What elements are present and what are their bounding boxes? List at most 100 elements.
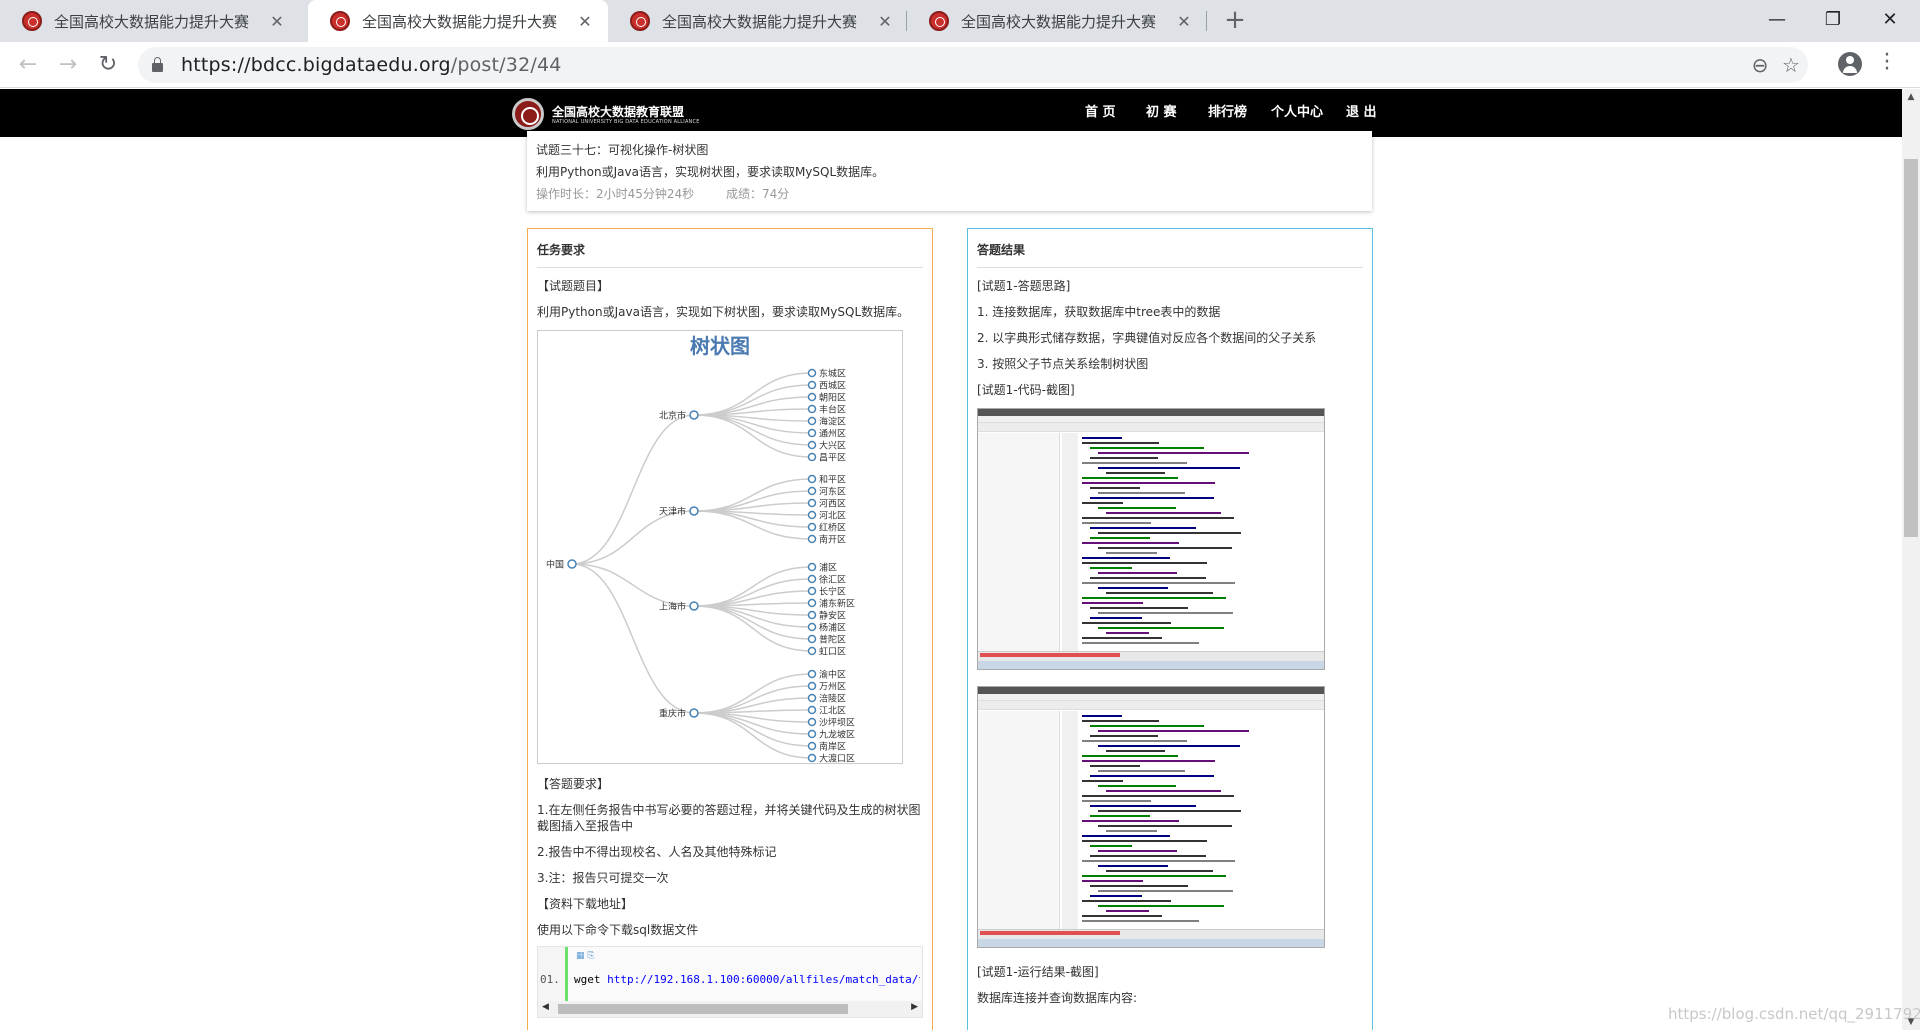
tab-title: 全国高校大数据能力提升大赛 bbox=[662, 12, 858, 31]
close-icon[interactable]: ✕ bbox=[574, 12, 596, 31]
logo-title[interactable]: 全国高校大数据教育联盟 bbox=[552, 103, 684, 120]
tree-link bbox=[693, 384, 813, 416]
minimize-icon[interactable]: — bbox=[1752, 4, 1802, 36]
bookmark-star-icon[interactable]: ☆ bbox=[1775, 49, 1807, 81]
code-line[interactable]: wget http://192.168.1.100:60000/allfiles… bbox=[574, 973, 920, 986]
tree-branch-node bbox=[689, 601, 699, 611]
site-favicon-icon bbox=[22, 11, 42, 31]
tree-leaf-node bbox=[807, 452, 817, 462]
address-bar[interactable]: https://bdcc.bigdataedu.org/post/32/44 ⊖… bbox=[138, 47, 1808, 83]
browser-tab-3[interactable]: 全国高校大数据能力提升大赛 ✕ bbox=[608, 0, 908, 42]
nav-user-center[interactable]: 个人中心 bbox=[1271, 89, 1323, 137]
forward-arrow-icon[interactable]: → bbox=[52, 49, 84, 81]
code-line-mark bbox=[1082, 437, 1122, 439]
code-line-mark bbox=[1082, 820, 1179, 822]
code-line-mark bbox=[1098, 825, 1232, 827]
site-favicon-icon bbox=[330, 11, 350, 31]
tree-chart-image: 树状图 东城区 西城区 朝阳区 丰台区 海淀区 通州区 大兴区 昌平区 北京市 和平区 河东区 河西区河… bbox=[537, 330, 903, 764]
code-line-mark bbox=[1098, 890, 1233, 892]
code-line-mark bbox=[1098, 730, 1249, 732]
answer-step: 3. 按照父子节点关系绘制树状图 bbox=[977, 357, 1149, 371]
tree-leaf-node bbox=[807, 474, 817, 484]
code-line-mark bbox=[1106, 472, 1165, 474]
tree-branch-node bbox=[689, 708, 699, 718]
page-scrollbar[interactable]: ▲ ▼ bbox=[1902, 89, 1920, 1030]
nav-home[interactable]: 首 页 bbox=[1085, 89, 1116, 137]
code-line-mark bbox=[1090, 895, 1142, 897]
scroll-thumb[interactable] bbox=[558, 1004, 848, 1014]
tree-leaf-label: 江北区 bbox=[819, 706, 846, 717]
tree-leaf-node bbox=[807, 634, 817, 644]
tree-leaf-label: 西城区 bbox=[819, 381, 846, 392]
zoom-out-icon[interactable]: ⊖ bbox=[1744, 49, 1776, 81]
code-line-mark bbox=[1098, 467, 1240, 469]
code-line-mark bbox=[1106, 790, 1221, 792]
scroll-right-icon[interactable]: ▶ bbox=[911, 1002, 918, 1012]
code-line-mark bbox=[1082, 602, 1143, 604]
tree-leaf-node bbox=[807, 574, 817, 584]
alliance-logo-icon[interactable] bbox=[512, 98, 544, 130]
back-arrow-icon[interactable]: ← bbox=[12, 49, 44, 81]
code-line-mark bbox=[1090, 885, 1188, 887]
tree-root-node bbox=[567, 559, 577, 569]
url-text[interactable]: https://bdcc.bigdataedu.org/post/32/44 bbox=[181, 54, 562, 76]
lock-icon[interactable] bbox=[152, 57, 163, 72]
tree-link bbox=[693, 408, 813, 416]
code-line-mark bbox=[1082, 517, 1234, 519]
code-screenshot-label: [试题1-代码-截图] bbox=[977, 383, 1075, 397]
tree-leaf-label: 涪陵区 bbox=[819, 693, 846, 705]
tree-leaf-label: 河北区 bbox=[819, 510, 846, 522]
tree-branch-node bbox=[689, 506, 699, 516]
tree-branch-label: 重庆市 bbox=[659, 708, 686, 720]
nav-leaderboard[interactable]: 排行榜 bbox=[1208, 89, 1247, 137]
tree-chart-svg: 树状图东城区西城区朝阳区丰台区海淀区通州区大兴区昌平区 北京市和平区河东区河西区河… bbox=[546, 334, 855, 763]
restore-icon[interactable]: ❐ bbox=[1808, 4, 1858, 36]
code-line-mark bbox=[1090, 765, 1140, 767]
tree-branch-node bbox=[689, 410, 699, 420]
tree-leaf-node bbox=[807, 428, 817, 438]
profile-avatar-icon[interactable] bbox=[1838, 52, 1862, 76]
tree-leaf-node bbox=[807, 498, 817, 508]
code-line-mark bbox=[1090, 527, 1196, 529]
scroll-up-icon[interactable]: ▲ bbox=[1902, 89, 1920, 105]
close-icon[interactable]: ✕ bbox=[1173, 12, 1195, 31]
requirement-item: 3.注：报告只可提交一次 bbox=[537, 871, 669, 885]
window-close-icon[interactable]: ✕ bbox=[1865, 4, 1915, 36]
close-icon[interactable]: ✕ bbox=[266, 12, 288, 31]
tab-title: 全国高校大数据能力提升大赛 bbox=[54, 12, 250, 31]
more-menu-icon[interactable]: · · · bbox=[1882, 45, 1892, 81]
close-icon[interactable]: ✕ bbox=[874, 12, 896, 31]
code-line-mark bbox=[1090, 567, 1132, 569]
tree-link bbox=[693, 605, 813, 628]
code-horizontal-scrollbar[interactable]: ◀ ▶ bbox=[538, 1001, 922, 1017]
tree-link bbox=[693, 414, 813, 446]
nav-logout[interactable]: 退 出 bbox=[1346, 89, 1377, 137]
browser-tab-4[interactable]: 全国高校大数据能力提升大赛 ✕ bbox=[907, 0, 1207, 42]
copy-code-icon[interactable]: ▦ ⎘ bbox=[576, 951, 595, 961]
tree-leaf-label: 红桥区 bbox=[819, 522, 846, 534]
tree-leaf-label: 大兴区 bbox=[819, 440, 846, 452]
browser-tab-2[interactable]: 全国高校大数据能力提升大赛 ✕ bbox=[308, 0, 608, 42]
tree-link bbox=[571, 563, 695, 714]
code-line-mark bbox=[1098, 627, 1224, 629]
code-line-mark bbox=[1090, 447, 1204, 449]
score-text: 成绩：74分 bbox=[726, 187, 790, 201]
scrollbar-thumb[interactable] bbox=[1904, 159, 1918, 537]
new-tab-plus-icon[interactable]: + bbox=[1220, 6, 1250, 36]
topic-text: 利用Python或Java语言，实现如下树状图，要求读取MySQL数据库。 bbox=[537, 305, 910, 319]
tree-leaf-node bbox=[807, 522, 817, 532]
tree-leaf-node bbox=[807, 562, 817, 572]
code-line-mark bbox=[1106, 512, 1221, 514]
panel-heading: 答题结果 bbox=[977, 237, 1363, 268]
browser-tab-1[interactable]: 全国高校大数据能力提升大赛 ✕ bbox=[0, 0, 300, 42]
tree-leaf-label: 南岸区 bbox=[819, 741, 846, 753]
tree-link bbox=[571, 414, 695, 565]
answer-step: 2. 以字典形式储存数据，字典键值对反应各个数据间的父子关系 bbox=[977, 331, 1317, 345]
scroll-left-icon[interactable]: ◀ bbox=[542, 1002, 549, 1012]
tree-link bbox=[693, 478, 813, 512]
question-title: 试题三十七：可视化操作-树状图 bbox=[536, 143, 709, 157]
question-summary-card: 试题三十七：可视化操作-树状图 利用Python或Java语言，实现树状图，要求… bbox=[527, 131, 1372, 211]
code-block[interactable]: ▦ ⎘ 01. wget http://192.168.1.100:60000/… bbox=[537, 946, 923, 1018]
reload-icon[interactable]: ↻ bbox=[92, 49, 124, 81]
nav-preliminary[interactable]: 初 赛 bbox=[1146, 89, 1177, 137]
